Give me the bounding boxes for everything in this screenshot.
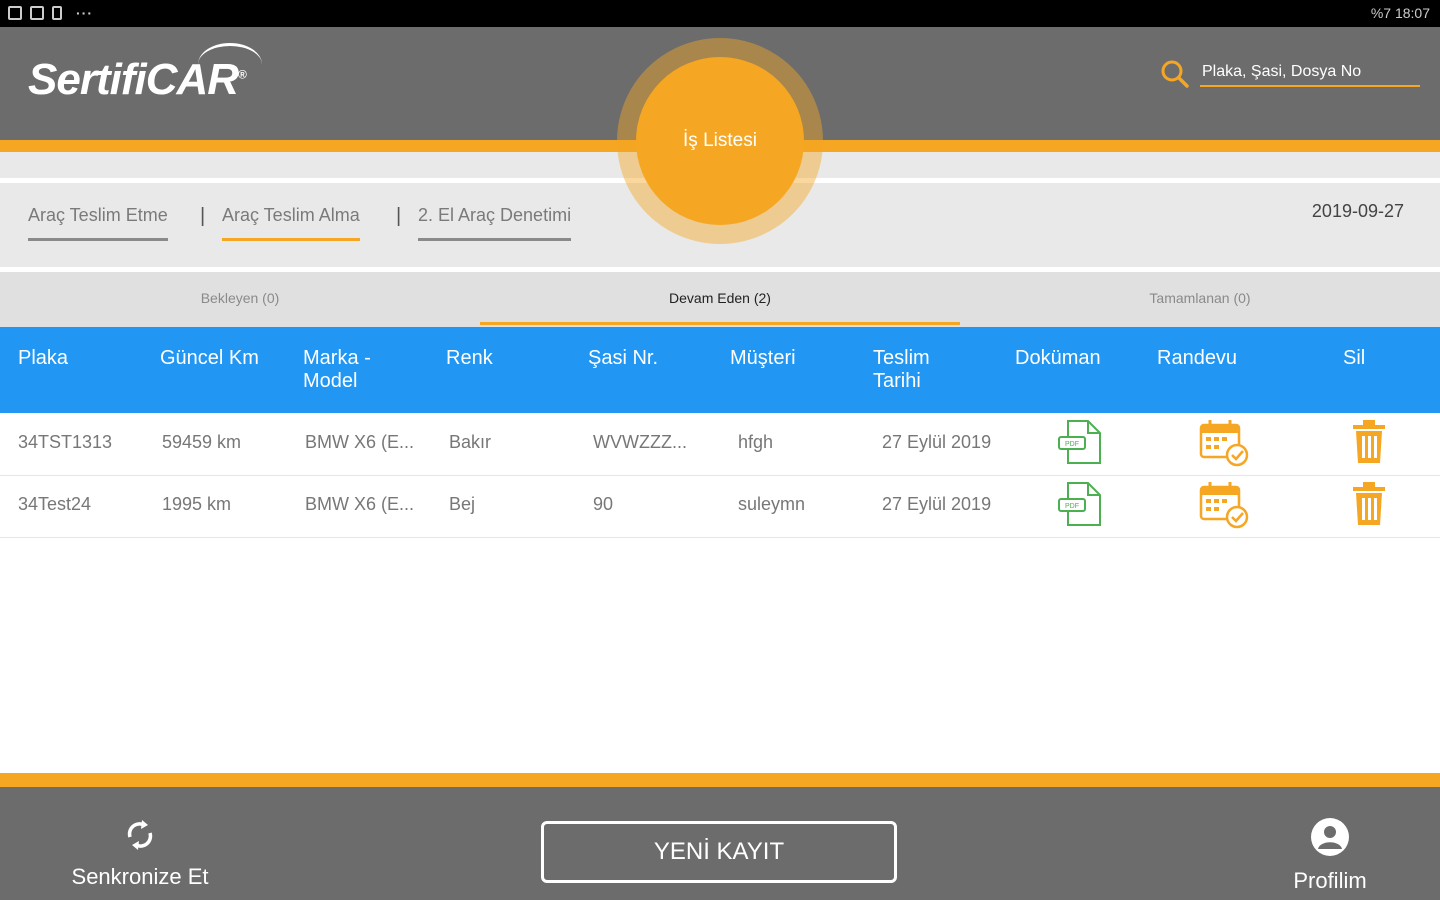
cell-plaka: 34TST1313 xyxy=(18,432,113,452)
sync-button[interactable]: Senkronize Et xyxy=(70,817,210,890)
calendar-check-icon[interactable] xyxy=(1198,417,1252,471)
table-row[interactable]: 34TST1313 59459 km BMW X6 (E... Bakır WV… xyxy=(0,413,1440,476)
col-guncel-km: Güncel Km xyxy=(160,347,259,369)
status-tabs: Bekleyen (0) Devam Eden (2) Tamamlanan (… xyxy=(0,272,1440,327)
cell-km: 1995 km xyxy=(162,494,232,514)
cell-musteri: suleymn xyxy=(738,494,806,514)
battery-saver-icon xyxy=(52,6,62,20)
cell-renk: Bakır xyxy=(449,432,492,452)
cell-renk: Bej xyxy=(449,494,476,514)
image-icon xyxy=(30,6,44,20)
cell-model: BMW X6 (E... xyxy=(305,432,415,452)
tab-arac-teslim-etme[interactable]: Araç Teslim Etme xyxy=(28,205,168,241)
current-date: 2019-09-27 xyxy=(1311,201,1404,221)
tab-arac-teslim-alma[interactable]: Araç Teslim Alma xyxy=(222,205,360,241)
trash-icon[interactable] xyxy=(1350,479,1388,529)
gallery-icon xyxy=(8,6,22,20)
tab-separator: | xyxy=(396,205,402,227)
user-icon xyxy=(1311,818,1349,856)
tab-separator: | xyxy=(200,205,206,227)
search-input[interactable] xyxy=(1200,59,1420,87)
table-row[interactable]: 34Test24 1995 km BMW X6 (E... Bej 90 sul… xyxy=(0,475,1440,538)
search-box xyxy=(1160,57,1420,89)
profile-button[interactable]: Profilim xyxy=(1280,817,1380,894)
cell-tarih: 27 Eylül 2019 xyxy=(882,494,992,514)
cell-sasi: WVWZZZ... xyxy=(593,432,687,452)
svg-text:PDF: PDF xyxy=(1065,503,1079,510)
svg-text:PDF: PDF xyxy=(1065,441,1079,448)
tab-tamamlanan[interactable]: Tamamlanan (0) xyxy=(960,290,1440,306)
col-plaka: Plaka xyxy=(18,347,69,369)
logo-arc xyxy=(198,43,262,86)
col-renk: Renk xyxy=(446,347,493,369)
calendar-check-icon[interactable] xyxy=(1198,479,1252,533)
col-musteri: Müşteri xyxy=(730,347,796,369)
cell-km: 59459 km xyxy=(162,432,242,452)
tab-el-arac-denetimi[interactable]: 2. El Araç Denetimi xyxy=(418,205,572,241)
pdf-document-icon[interactable]: PDF xyxy=(1056,479,1106,529)
app-footer: Senkronize Et YENİ KAYIT Profilim xyxy=(0,787,1440,900)
active-tab-indicator xyxy=(480,322,960,325)
sync-label: Senkronize Et xyxy=(71,864,209,889)
trash-icon[interactable] xyxy=(1350,417,1388,467)
col-marka-model: Marka - Model xyxy=(303,347,371,392)
work-list-button[interactable]: İş Listesi xyxy=(636,57,804,225)
tab-devam-eden[interactable]: Devam Eden (2) xyxy=(480,290,960,306)
col-sil: Sil xyxy=(1343,347,1366,369)
col-dokuman: Doküman xyxy=(1015,347,1101,369)
status-time: %7 18:07 xyxy=(1370,5,1430,21)
cell-sasi: 90 xyxy=(593,494,614,514)
sync-icon xyxy=(127,820,153,850)
status-notification-icons: ··· xyxy=(8,5,93,21)
more-icon: ··· xyxy=(76,5,93,21)
new-record-button[interactable]: YENİ KAYIT xyxy=(541,821,897,883)
table-header: Plaka Güncel Km Marka - Model Renk Şasi … xyxy=(0,327,1440,413)
pdf-document-icon[interactable]: PDF xyxy=(1056,417,1106,467)
cell-plaka: 34Test24 xyxy=(18,494,92,514)
cell-tarih: 27 Eylül 2019 xyxy=(882,432,992,452)
cell-model: BMW X6 (E... xyxy=(305,494,415,514)
tab-bekleyen[interactable]: Bekleyen (0) xyxy=(0,290,480,306)
cell-musteri: hfgh xyxy=(738,432,774,452)
search-icon[interactable] xyxy=(1160,59,1190,89)
status-bar: ··· %7 18:07 xyxy=(0,0,1440,27)
col-randevu: Randevu xyxy=(1157,347,1238,369)
profile-label: Profilim xyxy=(1293,868,1367,893)
col-teslim-tarihi: Teslim Tarihi xyxy=(873,347,930,392)
col-sasi-nr: Şasi Nr. xyxy=(588,347,659,369)
footer-accent-band xyxy=(0,773,1440,787)
